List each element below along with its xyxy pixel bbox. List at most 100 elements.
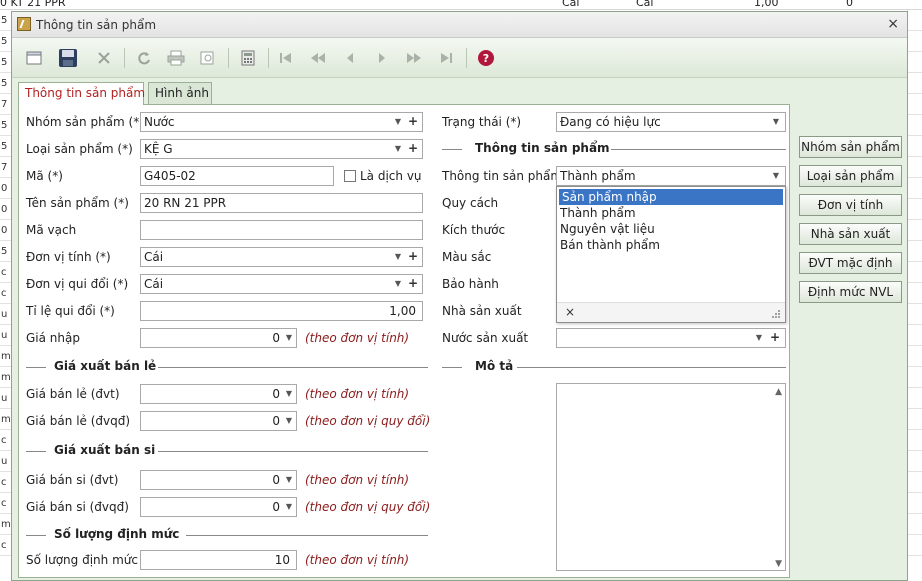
gia-ban-si-dvt-input[interactable]: 0 ▼ bbox=[140, 470, 297, 490]
delete-icon[interactable] bbox=[92, 46, 116, 70]
label-la-dich-vu: Là dịch vụ bbox=[360, 169, 422, 183]
section-thong-tin-san-pham: Thông tin sản phẩm bbox=[475, 141, 610, 155]
label-gia-nhap: Giá nhập bbox=[26, 331, 80, 345]
dvt-mac-dinh-button[interactable]: ĐVT mặc định bbox=[799, 252, 902, 274]
mo-ta-textarea[interactable]: ▲ ▼ bbox=[556, 383, 786, 571]
ma-input[interactable]: G405-02 bbox=[140, 166, 334, 186]
don-vi-tinh-button[interactable]: Đơn vị tính bbox=[799, 194, 902, 216]
resize-grip-icon[interactable] bbox=[771, 309, 781, 319]
clear-icon[interactable]: × bbox=[565, 305, 575, 319]
add-icon[interactable]: + bbox=[407, 275, 419, 293]
add-icon[interactable]: + bbox=[407, 248, 419, 266]
hint-gia-ban-si-dvt: (theo đơn vị tính) bbox=[305, 473, 410, 487]
dropdown-footer: × bbox=[557, 302, 785, 322]
dialog-titlebar[interactable]: Thông tin sản phẩm × bbox=[12, 12, 907, 38]
prev-icon[interactable] bbox=[338, 46, 362, 70]
so-luong-dinh-muc-input[interactable]: 10 bbox=[140, 550, 297, 570]
nuoc-san-xuat-select[interactable]: ▼ + bbox=[556, 328, 786, 348]
chevron-down-icon[interactable]: ▼ bbox=[770, 167, 782, 185]
close-icon[interactable]: × bbox=[887, 16, 899, 32]
gia-ban-le-dvqd-value: 0 bbox=[272, 414, 280, 428]
svg-text:?: ? bbox=[483, 52, 489, 65]
chevron-down-icon[interactable]: ▼ bbox=[392, 113, 404, 131]
chevron-down-icon[interactable]: ▼ bbox=[392, 248, 404, 266]
don-vi-tinh-select[interactable]: Cái ▼ + bbox=[140, 247, 423, 267]
background-right-column bbox=[907, 10, 922, 581]
label-nhom-san-pham: Nhóm sản phẩm (*) bbox=[26, 115, 144, 129]
spin-down-icon[interactable]: ▼ bbox=[283, 329, 295, 347]
toolbar: ? bbox=[12, 38, 907, 78]
label-ma-vach: Mã vạch bbox=[26, 223, 77, 237]
spin-down-icon[interactable]: ▼ bbox=[283, 471, 295, 489]
don-vi-qui-doi-select[interactable]: Cái ▼ + bbox=[140, 274, 423, 294]
first-icon[interactable] bbox=[274, 46, 298, 70]
label-gia-ban-le-dvt: Giá bán lẻ (đvt) bbox=[26, 387, 120, 401]
print-icon[interactable] bbox=[164, 46, 188, 70]
bg-cell: 1,00 bbox=[754, 0, 779, 9]
bg-cell: 5 F bbox=[0, 31, 11, 52]
form-panel: Nhóm sản phẩm (*) Nước ▼ + Loại sản phẩm… bbox=[18, 104, 790, 578]
gia-ban-si-dvt-value: 0 bbox=[272, 473, 280, 487]
bg-cell: Cái bbox=[562, 0, 580, 9]
dropdown-option[interactable]: Sản phẩm nhập bbox=[559, 189, 783, 205]
dropdown-option[interactable]: Nguyên vật liệu bbox=[557, 221, 785, 237]
help-icon[interactable]: ? bbox=[474, 46, 498, 70]
add-icon[interactable]: + bbox=[769, 329, 781, 347]
spin-down-icon[interactable]: ▼ bbox=[283, 498, 295, 516]
gia-ban-le-dvqd-input[interactable]: 0 ▼ bbox=[140, 411, 297, 431]
save-icon[interactable] bbox=[56, 46, 80, 70]
gia-nhap-value: 0 bbox=[272, 331, 280, 345]
ti-le-qui-doi-input[interactable]: 1,00 bbox=[140, 301, 423, 321]
spin-down-icon[interactable]: ▼ bbox=[283, 412, 295, 430]
dinh-muc-nvl-button[interactable]: Định mức NVL bbox=[799, 281, 902, 303]
ma-value: G405-02 bbox=[144, 169, 196, 183]
chevron-down-icon[interactable]: ▼ bbox=[770, 113, 782, 131]
spin-down-icon[interactable]: ▼ bbox=[283, 385, 295, 403]
chevron-down-icon[interactable]: ▼ bbox=[753, 329, 765, 347]
next-icon[interactable] bbox=[370, 46, 394, 70]
calculator-icon[interactable] bbox=[236, 46, 260, 70]
thong-tin-san-pham-select[interactable]: Thành phẩm ▼ bbox=[556, 166, 786, 186]
bg-cell: c bbox=[0, 535, 11, 556]
bg-cell: 0 F bbox=[0, 178, 11, 199]
ten-san-pham-input[interactable]: 20 RN 21 PPR bbox=[140, 193, 423, 213]
gia-nhap-input[interactable]: 0 ▼ bbox=[140, 328, 297, 348]
nhom-san-pham-button[interactable]: Nhóm sản phẩm bbox=[799, 136, 902, 158]
bg-cell: 0 F bbox=[0, 199, 11, 220]
loai-san-pham-value: KỆ G bbox=[144, 142, 173, 156]
gia-ban-si-dvqd-input[interactable]: 0 ▼ bbox=[140, 497, 297, 517]
nhom-san-pham-select[interactable]: Nước ▼ + bbox=[140, 112, 423, 132]
trang-thai-select[interactable]: Đang có hiệu lực ▼ bbox=[556, 112, 786, 132]
print-preview-icon[interactable] bbox=[196, 46, 220, 70]
chevron-down-icon[interactable]: ▼ bbox=[392, 140, 404, 158]
loai-san-pham-select[interactable]: KỆ G ▼ + bbox=[140, 139, 423, 159]
tab-hinh-anh[interactable]: Hình ảnh bbox=[148, 82, 212, 104]
tab-thong-tin-san-pham[interactable]: Thông tin sản phẩm bbox=[18, 82, 145, 105]
add-icon[interactable]: + bbox=[407, 140, 419, 158]
dropdown-option[interactable]: Thành phẩm bbox=[557, 205, 785, 221]
hint-gia-nhap: (theo đơn vị tính) bbox=[305, 331, 410, 345]
bg-cell: 5 F bbox=[0, 52, 11, 73]
label-bao-hanh: Bảo hành bbox=[442, 277, 499, 291]
gia-ban-le-dvt-input[interactable]: 0 ▼ bbox=[140, 384, 297, 404]
ma-vach-input[interactable] bbox=[140, 220, 423, 240]
add-icon[interactable]: + bbox=[407, 113, 419, 131]
next-page-icon[interactable] bbox=[402, 46, 426, 70]
scroll-down-icon[interactable]: ▼ bbox=[775, 559, 782, 569]
la-dich-vu-checkbox[interactable] bbox=[344, 170, 356, 182]
section-mo-ta: Mô tả bbox=[475, 359, 514, 373]
scroll-up-icon[interactable]: ▲ bbox=[775, 387, 782, 397]
new-icon[interactable] bbox=[22, 46, 46, 70]
bg-cell: c bbox=[0, 493, 11, 514]
bg-cell: c bbox=[0, 262, 11, 283]
refresh-icon[interactable] bbox=[132, 46, 156, 70]
loai-san-pham-button[interactable]: Loại sản phẩm bbox=[799, 165, 902, 187]
nhom-san-pham-value: Nước bbox=[144, 115, 175, 129]
last-icon[interactable] bbox=[434, 46, 458, 70]
dropdown-option[interactable]: Bán thành phẩm bbox=[557, 237, 785, 253]
bg-cell: mp bbox=[0, 409, 11, 430]
nha-san-xuat-button[interactable]: Nhà sản xuất bbox=[799, 223, 902, 245]
prev-page-icon[interactable] bbox=[306, 46, 330, 70]
label-kich-thuoc: Kích thước bbox=[442, 223, 506, 237]
chevron-down-icon[interactable]: ▼ bbox=[392, 275, 404, 293]
